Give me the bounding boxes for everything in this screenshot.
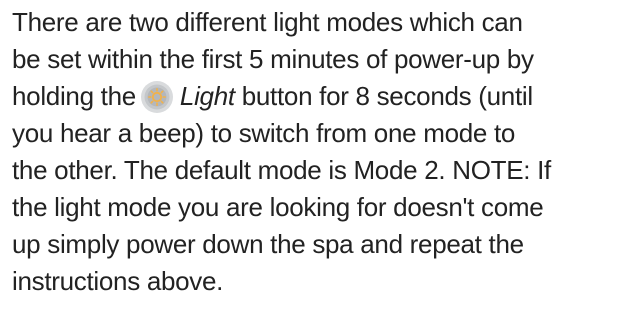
paragraph-line-2: be set within the first 5 minutes of pow…: [12, 44, 534, 74]
paragraph-line-3-start: holding the: [12, 81, 136, 111]
paragraph-line-1: There are two different light modes whic…: [12, 7, 523, 37]
paragraph-line-3-end: button for 8 seconds (until: [234, 81, 533, 111]
paragraph-line-5: the other. The default mode is Mode 2. N…: [12, 155, 551, 185]
instruction-paragraph: There are two different light modes whic…: [12, 4, 624, 300]
light-button-label: Light: [179, 81, 235, 111]
paragraph-line-7: up simply power down the spa and repeat …: [12, 229, 524, 259]
paragraph-line-3: holding the Light button for 8 seconds (…: [12, 78, 624, 115]
paragraph-line-8: instructions above.: [12, 266, 224, 296]
light-bulb-button-icon: [140, 80, 174, 114]
paragraph-line-4: you hear a beep) to switch from one mode…: [12, 118, 516, 148]
paragraph-line-6: the light mode you are looking for doesn…: [12, 192, 544, 222]
